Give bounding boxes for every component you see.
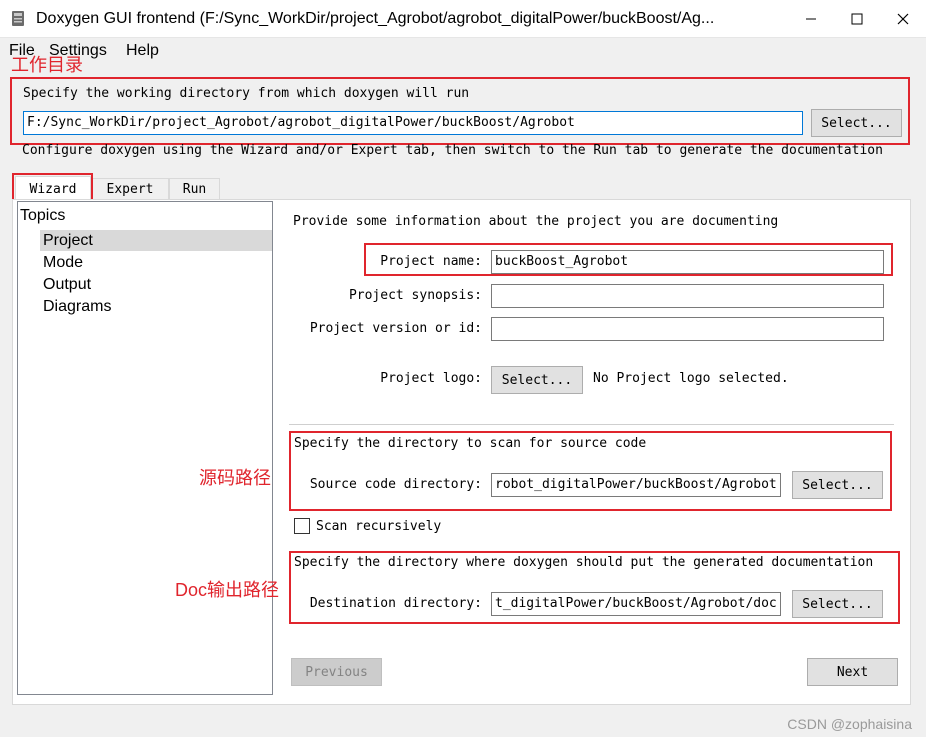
scan-recursively-checkbox[interactable]: [294, 518, 310, 534]
topic-item-project[interactable]: Project: [43, 232, 93, 250]
maximize-button[interactable]: [834, 0, 880, 38]
window-title: Doxygen GUI frontend (F:/Sync_WorkDir/pr…: [36, 10, 715, 27]
project-version-input[interactable]: [491, 317, 884, 341]
source-dir-label: Source code directory:: [309, 477, 482, 492]
annotation-source: 源码路径: [199, 468, 271, 488]
configure-hint: Configure doxygen using the Wizard and/o…: [22, 143, 883, 158]
workdir-input[interactable]: F:/Sync_WorkDir/project_Agrobot/agrobot_…: [23, 111, 803, 135]
menu-help[interactable]: Help: [126, 42, 159, 60]
watermark: CSDN @zophaisina: [787, 716, 912, 732]
annotation-doc-output: Doc输出路径: [175, 580, 280, 600]
project-logo-status: No Project logo selected.: [593, 371, 789, 386]
topic-item-mode[interactable]: Mode: [43, 254, 83, 272]
project-synopsis-label: Project synopsis:: [348, 288, 482, 303]
tab-run[interactable]: Run: [169, 178, 220, 200]
minimize-button[interactable]: [788, 0, 834, 38]
maximize-icon: [851, 13, 863, 25]
minimize-icon: [806, 18, 816, 20]
source-intro: Specify the directory to scan for source…: [294, 436, 647, 451]
close-icon: [897, 13, 909, 25]
destination-dir-select-button[interactable]: Select...: [792, 590, 883, 618]
project-logo-label: Project logo:: [380, 371, 482, 386]
topic-item-output[interactable]: Output: [43, 276, 91, 294]
project-synopsis-input[interactable]: [491, 284, 884, 308]
topic-item-diagrams[interactable]: Diagrams: [43, 298, 111, 316]
scan-recursively-label: Scan recursively: [316, 519, 442, 534]
previous-button[interactable]: Previous: [291, 658, 382, 686]
workdir-select-button[interactable]: Select...: [811, 109, 902, 137]
destination-dir-label: Destination directory:: [309, 596, 482, 611]
menu-bar: File Settings Help: [0, 38, 926, 64]
destination-intro: Specify the directory where doxygen shou…: [294, 555, 874, 570]
source-dir-select-button[interactable]: Select...: [792, 471, 883, 499]
project-name-label: Project name:: [380, 254, 482, 269]
project-version-label: Project version or id:: [309, 321, 482, 336]
destination-dir-input[interactable]: t_digitalPower/buckBoost/Agrobot/doc: [491, 592, 781, 616]
close-button[interactable]: [880, 0, 926, 38]
next-button[interactable]: Next: [807, 658, 898, 686]
separator: [289, 424, 894, 425]
project-intro: Provide some information about the proje…: [293, 214, 779, 229]
annotation-workdir: 工作目录: [11, 55, 83, 75]
project-logo-select-button[interactable]: Select...: [491, 366, 583, 394]
project-name-input[interactable]: buckBoost_Agrobot: [491, 250, 884, 274]
tab-expert[interactable]: Expert: [91, 178, 169, 200]
topics-header: Topics: [20, 207, 66, 224]
doxygen-app-icon: [12, 11, 24, 26]
title-bar: Doxygen GUI frontend (F:/Sync_WorkDir/pr…: [0, 0, 926, 38]
workdir-prompt: Specify the working directory from which…: [23, 86, 470, 101]
source-dir-input[interactable]: robot_digitalPower/buckBoost/Agrobot: [491, 473, 781, 497]
